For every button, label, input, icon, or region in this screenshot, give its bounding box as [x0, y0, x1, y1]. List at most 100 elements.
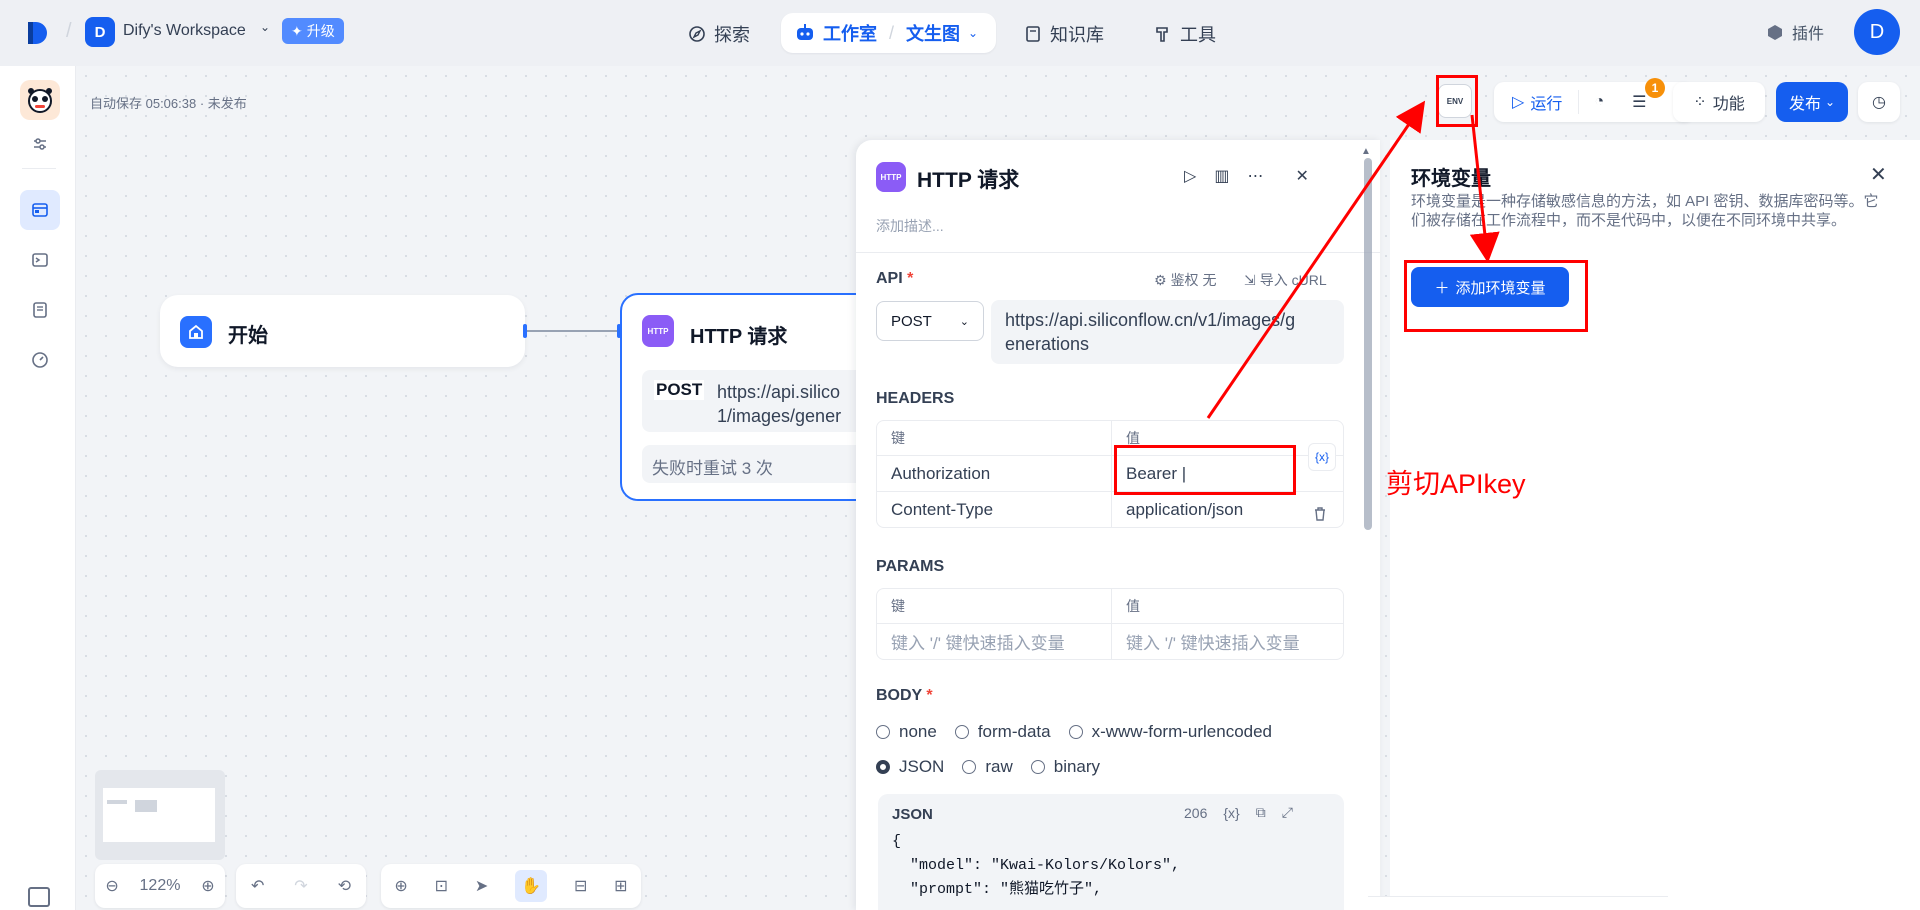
param-value-input[interactable]: 键入 '/' 键快速插入变量	[1111, 624, 1343, 659]
node-edge[interactable]	[525, 330, 620, 332]
canvas-toolbar: ⊕ ⊡ ➤ ✋ ⊟ ⊞	[381, 864, 641, 908]
close-icon[interactable]: ✕	[1295, 166, 1308, 186]
minimap-viewport	[103, 788, 215, 842]
publish-button[interactable]: 发布 ⌄	[1776, 82, 1848, 122]
description-input[interactable]: 添加描述...	[876, 216, 944, 236]
import-curl-label: 导入 cURL	[1259, 272, 1327, 288]
run-node-icon[interactable]: ▷	[1184, 166, 1196, 186]
url-input[interactable]: https://api.siliconflow.cn/v1/images/g e…	[991, 300, 1344, 364]
zoom-out-icon[interactable]: ⊖	[105, 876, 118, 896]
dify-logo-icon[interactable]	[26, 20, 50, 46]
nav-tools-label: 工具	[1180, 25, 1216, 45]
zoom-level[interactable]: 122%	[140, 877, 181, 895]
hammer-icon	[1156, 27, 1168, 42]
version-history-icon[interactable]: ⟲	[338, 876, 351, 896]
header-key-input[interactable]: Content-Type	[877, 492, 1111, 527]
run-button[interactable]: ▷ 运行	[1494, 90, 1580, 114]
compass-icon	[689, 26, 705, 42]
body-type-urlencoded[interactable]: x-www-form-urlencoded	[1068, 722, 1272, 742]
env-panel-description: 环境变量是一种存储敏感信息的方法，如 API 密钥、数据库密码等。它们被存储在工…	[1411, 193, 1879, 229]
user-avatar[interactable]: D	[1854, 9, 1900, 55]
app-icon[interactable]	[20, 80, 60, 120]
breadcrumb-separator: /	[66, 20, 72, 42]
plugins-link[interactable]: 插件	[1766, 20, 1824, 44]
edge-handle[interactable]	[523, 324, 527, 338]
http-request-node[interactable]: HTTP HTTP 请求 POST https://api.silico 1/i…	[620, 293, 880, 501]
add-node-icon[interactable]: ⊕	[394, 876, 407, 896]
export-image-icon[interactable]: ⊟	[574, 876, 587, 896]
add-note-icon[interactable]: ⊡	[435, 876, 448, 896]
redo-icon[interactable]: ↷	[294, 876, 307, 896]
auth-button[interactable]: ⚙ 鉴权 无	[1154, 270, 1216, 290]
chevron-down-icon[interactable]: ⌄	[260, 20, 270, 34]
app-name[interactable]: 文生图	[906, 20, 960, 46]
import-curl-button[interactable]: ⇲ 导入 cURL	[1244, 270, 1327, 290]
panel-title[interactable]: HTTP 请求	[917, 164, 1019, 194]
terminal-icon[interactable]	[20, 240, 60, 280]
features-label: 功能	[1712, 96, 1745, 113]
monitor-gauge-icon[interactable]	[20, 340, 60, 380]
headers-label: HEADERS	[876, 390, 955, 407]
params-label: PARAMS	[876, 558, 945, 575]
minimap[interactable]	[95, 770, 225, 860]
copy-icon[interactable]: ⧉	[1256, 804, 1266, 821]
json-editor[interactable]: JSON 206 {x} ⧉ ⤢ { "model": "Kwai-Kolors…	[878, 794, 1344, 910]
body-type-none[interactable]: none	[876, 722, 937, 742]
header-value-input[interactable]: application/json	[1111, 492, 1343, 527]
expand-icon[interactable]: ⤢	[1282, 804, 1293, 821]
radio-icon	[954, 725, 969, 739]
history-button[interactable]: ◷	[1858, 82, 1900, 122]
nav-explore[interactable]: 探索	[688, 18, 750, 50]
nav-studio[interactable]: 工作室 / 文生图 ⌄	[781, 13, 996, 53]
features-button[interactable]: ⁘ 功能	[1673, 82, 1765, 122]
body-type-json[interactable]: JSON	[876, 757, 944, 777]
workspace-avatar[interactable]: D	[85, 17, 115, 47]
http-icon: HTTP	[876, 162, 906, 192]
more-icon[interactable]: ⋯	[1247, 166, 1263, 186]
method-select[interactable]: POST ⌄	[876, 301, 984, 341]
logs-icon[interactable]	[20, 290, 60, 330]
rail-divider	[22, 168, 56, 169]
body-type-form-data[interactable]: form-data	[954, 722, 1051, 742]
zoom-controls: ⊖ 122% ⊕	[95, 864, 225, 908]
nav-tools[interactable]: 工具	[1154, 18, 1216, 50]
chevron-down-icon[interactable]: ⌄	[968, 26, 978, 40]
http-icon: HTTP	[642, 315, 674, 347]
hand-icon[interactable]: ✋	[515, 870, 548, 902]
json-code[interactable]: { "model": "Kwai-Kolors/Kolors", "prompt…	[892, 830, 1180, 902]
start-node[interactable]: 开始	[160, 295, 525, 367]
run-label: 运行	[1530, 96, 1563, 113]
orchestrate-icon[interactable]	[20, 190, 60, 230]
body-type-row: JSON raw binary	[876, 757, 1100, 777]
zoom-in-icon[interactable]: ⊕	[201, 876, 214, 896]
annotation-text: 剪切APIkey	[1386, 469, 1526, 499]
docs-book-icon[interactable]: ▥	[1214, 166, 1229, 186]
upgrade-button[interactable]: ✦ 升级	[282, 18, 344, 44]
char-count: 206	[1184, 804, 1208, 821]
panel-divider	[856, 252, 1380, 253]
method-value: POST	[891, 312, 932, 330]
start-node-title: 开始	[228, 325, 268, 347]
organize-blocks-icon[interactable]: ⊞	[614, 876, 627, 896]
pointer-icon[interactable]: ➤	[475, 876, 488, 896]
sidebar-toggle-icon[interactable]	[28, 887, 50, 907]
panel-scrollbar[interactable]	[1364, 158, 1372, 530]
body-type-binary[interactable]: binary	[1030, 757, 1100, 777]
header-key-input[interactable]: Authorization	[877, 456, 1111, 491]
insert-variable-icon[interactable]: {x}	[1308, 443, 1336, 471]
undo-icon[interactable]: ↶	[251, 876, 264, 896]
checklist-badge: 1	[1645, 78, 1665, 98]
env-panel-title: 环境变量	[1411, 168, 1491, 190]
workspace-name[interactable]: Dify's Workspace	[123, 22, 246, 40]
param-key-input[interactable]: 键入 '/' 键快速插入变量	[877, 624, 1111, 659]
trash-icon[interactable]	[1312, 506, 1328, 527]
settings-sliders-icon[interactable]	[20, 124, 60, 164]
home-icon	[180, 316, 212, 348]
run-history-icon[interactable]: ◔	[1579, 93, 1619, 111]
body-type-raw[interactable]: raw	[962, 757, 1013, 777]
close-icon[interactable]: ✕	[1870, 162, 1887, 187]
auth-label: 鉴权 无	[1170, 272, 1217, 288]
insert-variable-icon[interactable]: {x}	[1223, 805, 1239, 821]
nav-knowledge[interactable]: 知识库	[1024, 18, 1104, 50]
scroll-up-icon[interactable]: ▲	[1361, 146, 1371, 157]
